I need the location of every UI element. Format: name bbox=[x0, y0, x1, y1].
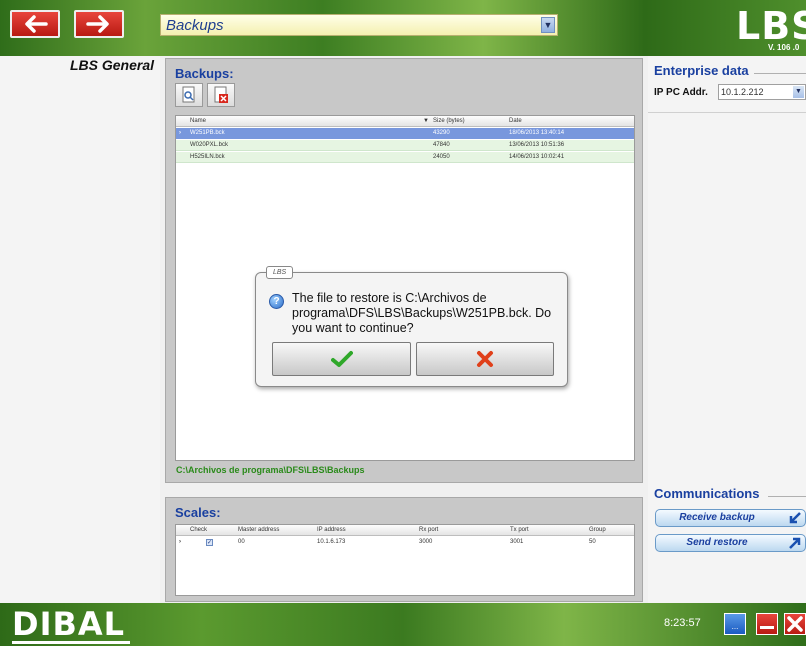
close-icon bbox=[787, 616, 803, 632]
table-row[interactable]: › ✓ 00 10.1.6.173 3000 3001 50 bbox=[176, 537, 634, 548]
arrow-up-right-icon bbox=[789, 537, 801, 549]
lbs-logo: LBS bbox=[736, 4, 806, 48]
dibal-logo: DIBAL bbox=[12, 605, 126, 643]
scales-table: Check Master address IP address Rx port … bbox=[175, 524, 635, 596]
communications-title: Communications bbox=[654, 486, 760, 501]
sidebar-title: LBS General bbox=[69, 57, 154, 73]
cell-size: 47840 bbox=[433, 142, 450, 148]
cancel-button[interactable] bbox=[416, 342, 554, 376]
screen-selector[interactable]: Backups ▼ bbox=[160, 14, 558, 36]
table-row[interactable]: W020PXL.bck 47840 13/06/2013 10:51:36 bbox=[176, 140, 634, 151]
enterprise-title: Enterprise data bbox=[654, 63, 749, 78]
receive-backup-label: Receive backup bbox=[679, 512, 755, 523]
cell-size: 24050 bbox=[433, 154, 450, 160]
confirm-restore-dialog: LBS ? The file to restore is C:\Archivos… bbox=[255, 266, 568, 387]
document-delete-icon bbox=[214, 86, 228, 103]
cell-master: 00 bbox=[238, 539, 245, 545]
column-header-ip[interactable]: IP address bbox=[317, 525, 346, 536]
check-icon bbox=[330, 351, 353, 367]
cell-name: W251PB.bck bbox=[190, 130, 225, 136]
cell-date: 18/06/2013 13:40:14 bbox=[509, 130, 565, 136]
column-header-check[interactable]: Check bbox=[190, 525, 207, 536]
table-row[interactable]: H525ILN.bck 24050 14/06/2013 10:02:41 bbox=[176, 152, 634, 163]
dialog-message: The file to restore is C:\Archivos de pr… bbox=[292, 291, 552, 335]
column-header-master[interactable]: Master address bbox=[238, 525, 279, 536]
scales-panel: Scales: Check Master address IP address … bbox=[165, 497, 643, 602]
dialog-tag: LBS bbox=[266, 266, 294, 279]
backups-path: C:\Archivos de programa\DFS\LBS\Backups bbox=[176, 465, 365, 475]
delete-backup-button[interactable] bbox=[207, 83, 235, 107]
column-header-name[interactable]: Name bbox=[190, 116, 206, 127]
backups-panel: Backups: Name ▼ Size (bytes) Date › W251… bbox=[165, 58, 643, 483]
logo-underline bbox=[12, 641, 130, 644]
arrow-down-left-icon bbox=[789, 512, 801, 524]
top-bar: Backups ▼ LBS V. 106 .0 bbox=[0, 0, 806, 56]
receive-backup-button[interactable]: Receive backup bbox=[655, 509, 806, 527]
ip-address-value: 10.1.2.212 bbox=[721, 87, 764, 97]
close-button[interactable] bbox=[784, 613, 806, 635]
clock: 8:23:57 bbox=[664, 617, 701, 629]
divider bbox=[754, 73, 806, 74]
cell-size: 43290 bbox=[433, 130, 450, 136]
right-section bbox=[648, 112, 806, 542]
right-sidebar: Enterprise data IP PC Addr. 10.1.2.212 ▼… bbox=[648, 56, 806, 603]
column-header-size[interactable]: Size (bytes) bbox=[433, 116, 465, 127]
cell-rx: 3000 bbox=[419, 539, 433, 545]
chevron-down-icon[interactable]: ▼ bbox=[793, 86, 804, 98]
row-pointer-icon: › bbox=[179, 539, 181, 545]
table-header: Check Master address IP address Rx port … bbox=[176, 525, 634, 536]
back-button[interactable] bbox=[10, 10, 60, 38]
left-sidebar: LBS General bbox=[0, 56, 160, 603]
forward-button[interactable] bbox=[74, 10, 124, 38]
cell-ip: 10.1.6.173 bbox=[317, 539, 346, 545]
minimize-button[interactable] bbox=[756, 613, 778, 635]
table-header: Name ▼ Size (bytes) Date bbox=[176, 116, 634, 127]
cell-name: W020PXL.bck bbox=[190, 142, 229, 148]
keyboard-button[interactable]: ... bbox=[724, 613, 746, 635]
send-restore-button[interactable]: Send restore bbox=[655, 534, 806, 552]
row-pointer-icon: › bbox=[179, 130, 181, 136]
table-row[interactable]: › W251PB.bck 43290 18/06/2013 13:40:14 bbox=[176, 128, 634, 139]
sort-desc-icon: ▼ bbox=[423, 118, 429, 124]
confirm-button[interactable] bbox=[272, 342, 411, 376]
ip-address-select[interactable]: 10.1.2.212 ▼ bbox=[718, 84, 806, 100]
chevron-down-icon[interactable]: ▼ bbox=[541, 17, 555, 33]
column-header-group[interactable]: Group bbox=[589, 525, 606, 536]
arrow-left-icon bbox=[25, 15, 48, 33]
column-header-tx[interactable]: Tx port bbox=[510, 525, 529, 536]
column-header-date[interactable]: Date bbox=[509, 116, 522, 127]
minimize-icon bbox=[760, 626, 774, 629]
version-label: V. 106 .0 bbox=[768, 43, 800, 52]
screen-selector-value: Backups bbox=[166, 17, 224, 34]
backups-title: Backups: bbox=[175, 66, 234, 81]
ip-label: IP PC Addr. bbox=[654, 87, 708, 98]
cell-date: 14/06/2013 10:02:41 bbox=[509, 154, 565, 160]
scale-check-checkbox[interactable]: ✓ bbox=[206, 539, 213, 546]
send-restore-label: Send restore bbox=[686, 537, 748, 548]
cross-icon bbox=[477, 351, 493, 367]
document-view-icon bbox=[182, 86, 195, 103]
divider bbox=[768, 496, 806, 497]
question-icon: ? bbox=[269, 294, 284, 309]
cell-date: 13/06/2013 10:51:36 bbox=[509, 142, 565, 148]
bottom-bar: DIBAL 8:23:57 ... bbox=[0, 603, 806, 646]
cell-group: 50 bbox=[589, 539, 596, 545]
arrow-right-icon bbox=[86, 15, 109, 33]
view-backup-button[interactable] bbox=[175, 83, 203, 107]
cell-tx: 3001 bbox=[510, 539, 524, 545]
cell-name: H525ILN.bck bbox=[190, 154, 225, 160]
scales-title: Scales: bbox=[175, 505, 221, 520]
column-header-rx[interactable]: Rx port bbox=[419, 525, 438, 536]
